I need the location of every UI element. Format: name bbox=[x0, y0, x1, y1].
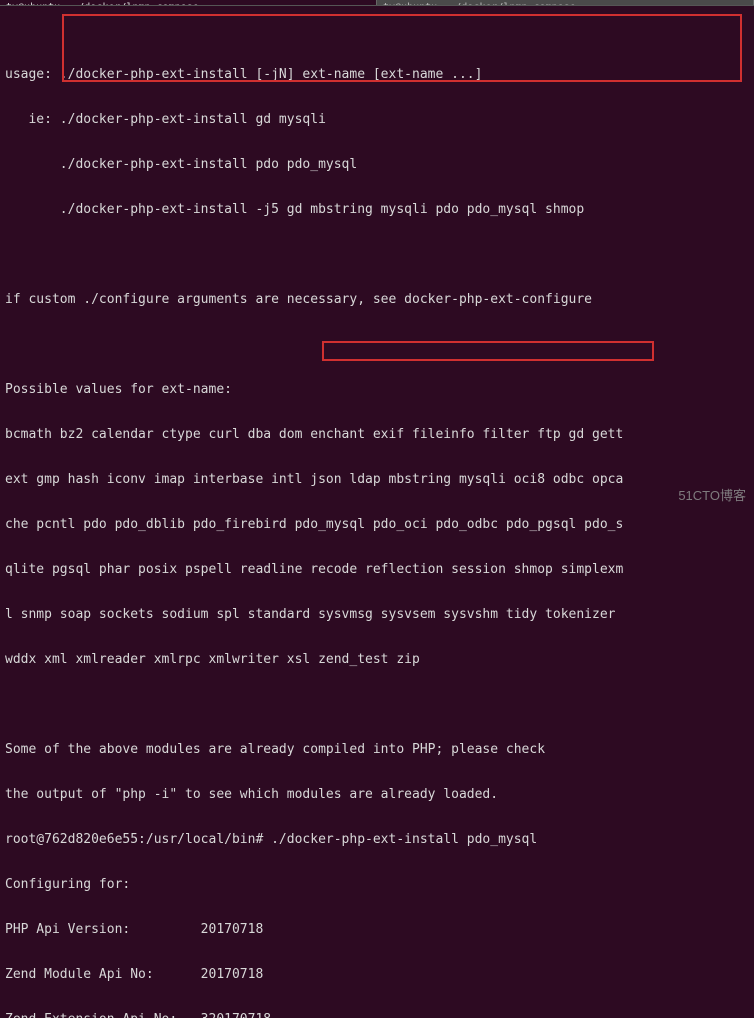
terminal-output[interactable]: usage: ./docker-php-ext-install [-jN] ex… bbox=[0, 6, 754, 1018]
terminal-line: root@762d820e6e55:/usr/local/bin# ./dock… bbox=[5, 832, 749, 847]
terminal-line: ie: ./docker-php-ext-install gd mysqli bbox=[5, 112, 749, 127]
terminal-line bbox=[5, 247, 749, 262]
terminal-line: usage: ./docker-php-ext-install [-jN] ex… bbox=[5, 67, 749, 82]
terminal-line: ./docker-php-ext-install -j5 gd mbstring… bbox=[5, 202, 749, 217]
terminal-line: ./docker-php-ext-install pdo pdo_mysql bbox=[5, 157, 749, 172]
terminal-line: qlite pgsql phar posix pspell readline r… bbox=[5, 562, 749, 577]
terminal-line: Some of the above modules are already co… bbox=[5, 742, 749, 757]
terminal-line: l snmp soap sockets sodium spl standard … bbox=[5, 607, 749, 622]
terminal-tab-1[interactable]: ty@ubuntu: ~/docker/lnmp_compose bbox=[0, 0, 377, 5]
terminal-line: wddx xml xmlreader xmlrpc xmlwriter xsl … bbox=[5, 652, 749, 667]
terminal-line bbox=[5, 697, 749, 712]
terminal-line bbox=[5, 337, 749, 352]
terminal-line: Configuring for: bbox=[5, 877, 749, 892]
terminal-tab-2[interactable]: ty@ubuntu: ~/docker/lnmp_compose bbox=[377, 0, 754, 5]
watermark: 51CTO博客 bbox=[678, 488, 746, 503]
terminal-line: Zend Extension Api No: 320170718 bbox=[5, 1012, 749, 1018]
terminal-line: bcmath bz2 calendar ctype curl dba dom e… bbox=[5, 427, 749, 442]
terminal-line: che pcntl pdo pdo_dblib pdo_firebird pdo… bbox=[5, 517, 749, 532]
terminal-line: ext gmp hash iconv imap interbase intl j… bbox=[5, 472, 749, 487]
terminal-line: Possible values for ext-name: bbox=[5, 382, 749, 397]
terminal-line: Zend Module Api No: 20170718 bbox=[5, 967, 749, 982]
terminal-line: the output of "php -i" to see which modu… bbox=[5, 787, 749, 802]
terminal-line: PHP Api Version: 20170718 bbox=[5, 922, 749, 937]
terminal-line: if custom ./configure arguments are nece… bbox=[5, 292, 749, 307]
